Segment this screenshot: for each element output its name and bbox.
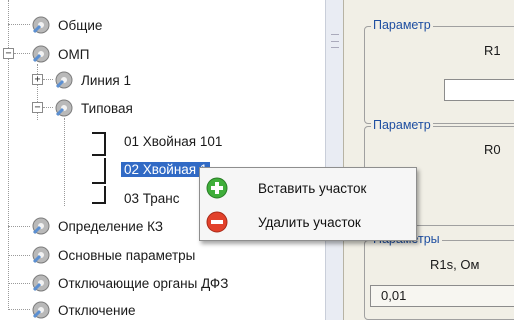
parameters-group-1: Параметр [364, 18, 514, 124]
tree-line [8, 255, 30, 256]
section-bracket-icon [92, 158, 106, 184]
tree-item-typovaya[interactable]: Типовая [53, 96, 133, 120]
tree-item-label: Отключение [58, 302, 136, 318]
r0-label: R0 [484, 142, 501, 157]
grip-icon [331, 34, 339, 64]
tree-line [8, 283, 30, 284]
tree-line [43, 107, 53, 108]
gear-icon [55, 71, 73, 89]
tree-item-label: 01 Хвойная 101 [124, 133, 223, 149]
tree-item-label: Типовая [81, 100, 133, 116]
add-icon [206, 177, 228, 199]
tree-item-label: 03 Транс [124, 190, 180, 206]
tree-item-section-03[interactable]: 03 Транс [124, 186, 179, 210]
tree-line [64, 118, 65, 206]
delete-section-menu-item[interactable]: Удалить участок [200, 205, 416, 239]
gear-icon [55, 99, 73, 117]
gear-icon [32, 301, 50, 319]
r1s-label: R1s, Ом [430, 257, 480, 272]
tree-item-label: Общие [58, 17, 103, 33]
context-menu: Вставить участок Удалить участок [199, 167, 417, 241]
gear-icon [32, 246, 50, 264]
tree-item-line1[interactable]: Линия 1 [53, 68, 131, 92]
tree-line [8, 309, 30, 310]
tree-item-otklyuchenie[interactable]: Отключение [30, 298, 136, 320]
gear-icon [32, 217, 50, 235]
menu-item-label: Удалить участок [258, 214, 361, 230]
gear-icon [32, 16, 50, 34]
r1-label: R1 [484, 43, 501, 58]
tree-item-label: Линия 1 [81, 72, 131, 88]
tree-item-section-02[interactable]: 02 Хвойная 1 [121, 157, 211, 181]
tree-item-label: Определение КЗ [58, 218, 163, 234]
tree-view[interactable]: − + − Общие ОМП Линия 1 Типовая 01 Хвойн… [0, 0, 343, 320]
r1-value-input[interactable]: 0 [444, 79, 514, 101]
tree-line [8, 0, 9, 310]
gear-icon [32, 45, 50, 63]
tree-item-obshchie[interactable]: Общие [30, 13, 102, 37]
splitter-scrollbar[interactable] [325, 0, 343, 320]
insert-section-menu-item[interactable]: Вставить участок [200, 171, 416, 205]
r1s-value-input[interactable]: 0,01 [370, 285, 514, 307]
tree-item-opredelenie-kz[interactable]: Определение КЗ [30, 214, 163, 238]
parameters-panel: Параметр R1 0 Параметр R0 Параметры R1s,… [343, 0, 514, 320]
group-title: Параметр [371, 18, 433, 32]
tree-item-label: 02 Хвойная 1 [121, 161, 211, 177]
tree-item-section-01[interactable]: 01 Хвойная 101 [124, 129, 222, 153]
tree-line [8, 24, 30, 25]
tree-item-label: Основные параметры [58, 247, 196, 263]
tree-line [8, 226, 30, 227]
section-bracket-icon [92, 132, 106, 156]
tree-item-omp[interactable]: ОМП [30, 42, 89, 66]
collapse-typovaya-toggle[interactable]: − [32, 102, 43, 113]
collapse-omp-toggle[interactable]: − [3, 48, 14, 59]
tree-item-otklyuchayushchie-organy[interactable]: Отключающие органы ДФЗ [30, 271, 228, 295]
remove-icon [206, 211, 228, 233]
tree-line [14, 53, 30, 54]
tree-item-osnovnye-parametry[interactable]: Основные параметры [30, 243, 195, 267]
expand-line1-toggle[interactable]: + [32, 74, 43, 85]
tree-line [43, 79, 53, 80]
tree-item-label: ОМП [58, 46, 90, 62]
group-title: Параметр [371, 118, 433, 132]
menu-item-label: Вставить участок [258, 180, 367, 196]
tree-item-label: Отключающие органы ДФЗ [58, 275, 229, 291]
parameters-group-3: Параметры [364, 232, 514, 320]
section-bracket-icon [92, 186, 106, 204]
gear-icon [32, 274, 50, 292]
